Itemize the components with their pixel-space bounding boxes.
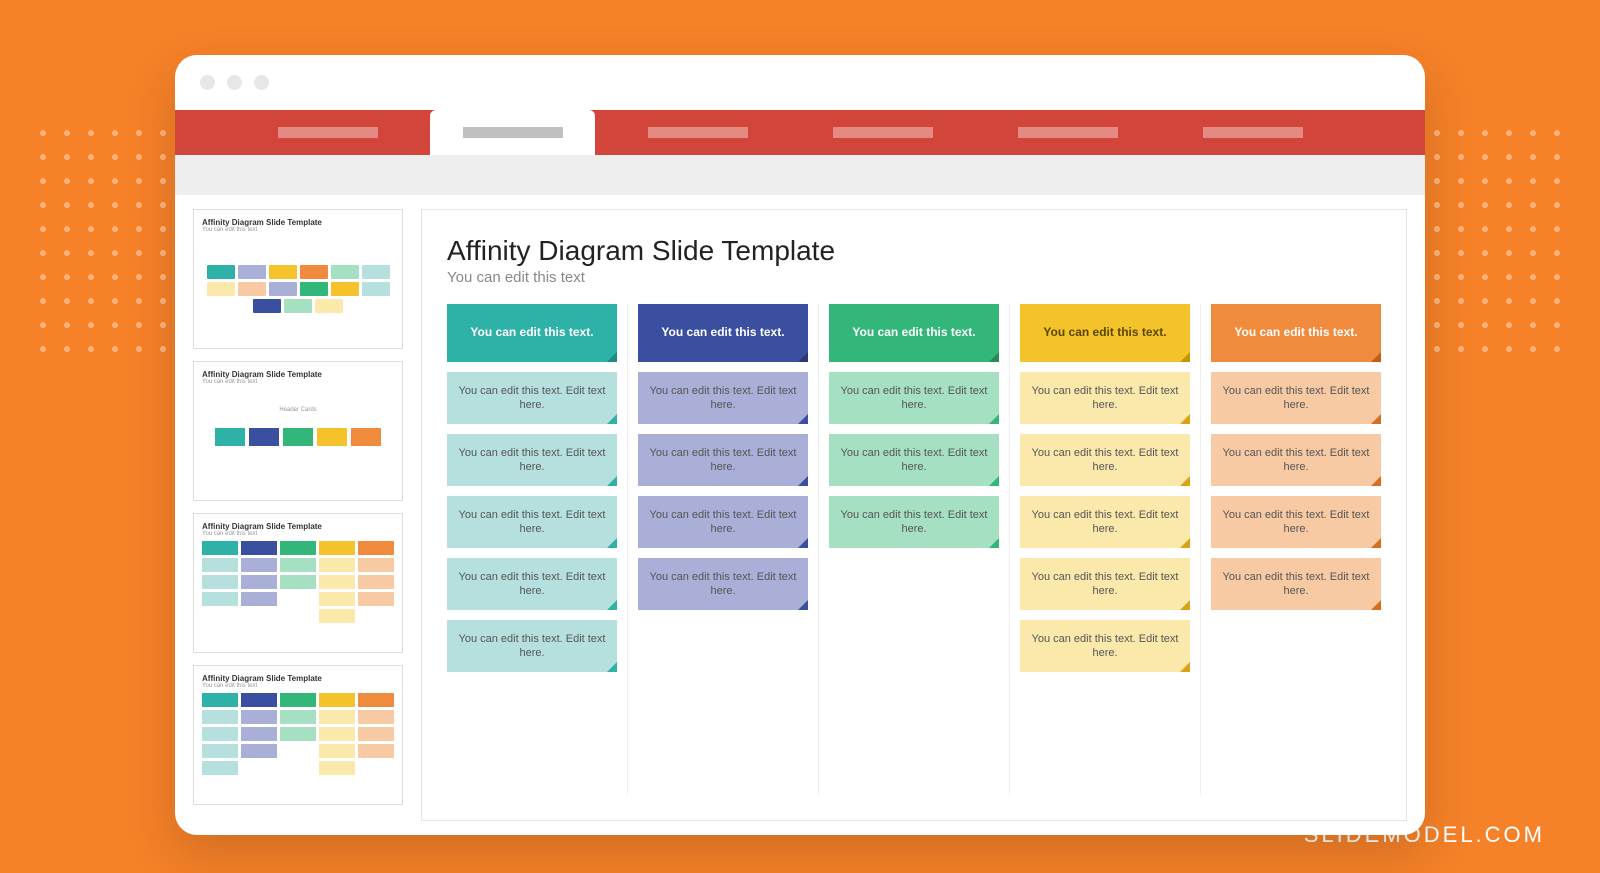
app-window: Affinity Diagram Slide Template You can … [175,55,1425,835]
thumb-notes-scatter [202,265,394,313]
column-header-card[interactable]: You can edit this text. [1211,304,1381,362]
ribbon-tab[interactable] [245,110,410,155]
slide-title[interactable]: Affinity Diagram Slide Template [447,235,1381,267]
thumb-columns [202,693,394,796]
sticky-note[interactable]: You can edit this text. Edit text here. [447,496,617,548]
sticky-note[interactable]: You can edit this text. Edit text here. [829,434,999,486]
ribbon-tabs [175,110,1425,155]
thumb-sub: You can edit this text [202,683,394,689]
thumbnail-2[interactable]: Affinity Diagram Slide Template You can … [193,361,403,501]
sticky-note[interactable]: You can edit this text. Edit text here. [1020,620,1190,672]
ribbon-toolbar [175,155,1425,195]
sticky-note[interactable]: You can edit this text. Edit text here. [1211,558,1381,610]
ribbon-tab[interactable] [615,110,780,155]
ribbon-tab[interactable] [800,110,965,155]
slide-subtitle[interactable]: You can edit this text [447,269,1381,286]
column-header-card[interactable]: You can edit this text. [1020,304,1190,362]
column-header-card[interactable]: You can edit this text. [447,304,617,362]
sticky-note[interactable]: You can edit this text. Edit text here. [638,496,808,548]
window-dot-icon [200,75,215,90]
thumb-columns [202,541,394,644]
sticky-note[interactable]: You can edit this text. Edit text here. [638,372,808,424]
thumb-sub: You can edit this text [202,227,394,233]
affinity-column: You can edit this text. You can edit this… [829,304,1010,795]
slide-thumbnails: Affinity Diagram Slide Template You can … [193,209,403,821]
column-header-card[interactable]: You can edit this text. [638,304,808,362]
ribbon-tab[interactable] [985,110,1150,155]
affinity-column: You can edit this text. You can edit this… [1211,304,1381,795]
column-header-card[interactable]: You can edit this text. [829,304,999,362]
ribbon-tab-active[interactable] [430,110,595,155]
window-dot-icon [254,75,269,90]
thumb-header-row [202,428,394,446]
sticky-note[interactable]: You can edit this text. Edit text here. [1211,434,1381,486]
thumb-sub: You can edit this text [202,379,394,385]
affinity-columns: You can edit this text. You can edit this… [447,304,1381,795]
sticky-note[interactable]: You can edit this text. Edit text here. [829,372,999,424]
sticky-note[interactable]: You can edit this text. Edit text here. [447,372,617,424]
thumb-label: Header Cards [202,407,394,413]
affinity-column: You can edit this text. You can edit this… [638,304,819,795]
thumb-title: Affinity Diagram Slide Template [202,674,394,683]
sticky-note[interactable]: You can edit this text. Edit text here. [447,434,617,486]
thumb-title: Affinity Diagram Slide Template [202,370,394,379]
ribbon-tab[interactable] [1170,110,1335,155]
affinity-column: You can edit this text. You can edit this… [447,304,628,795]
thumb-sub: You can edit this text [202,531,394,537]
thumbnail-1[interactable]: Affinity Diagram Slide Template You can … [193,209,403,349]
sticky-note[interactable]: You can edit this text. Edit text here. [1020,496,1190,548]
titlebar [175,55,1425,110]
thumb-title: Affinity Diagram Slide Template [202,218,394,227]
sticky-note[interactable]: You can edit this text. Edit text here. [1020,372,1190,424]
sticky-note[interactable]: You can edit this text. Edit text here. [447,558,617,610]
thumbnail-4[interactable]: Affinity Diagram Slide Template You can … [193,665,403,805]
thumbnail-3[interactable]: Affinity Diagram Slide Template You can … [193,513,403,653]
sticky-note[interactable]: You can edit this text. Edit text here. [1211,372,1381,424]
sticky-note[interactable]: You can edit this text. Edit text here. [638,434,808,486]
slide-canvas[interactable]: Affinity Diagram Slide Template You can … [421,209,1407,821]
sticky-note[interactable]: You can edit this text. Edit text here. [1020,558,1190,610]
sticky-note[interactable]: You can edit this text. Edit text here. [1211,496,1381,548]
sticky-note[interactable]: You can edit this text. Edit text here. [829,496,999,548]
sticky-note[interactable]: You can edit this text. Edit text here. [1020,434,1190,486]
sticky-note[interactable]: You can edit this text. Edit text here. [447,620,617,672]
window-dot-icon [227,75,242,90]
thumb-title: Affinity Diagram Slide Template [202,522,394,531]
sticky-note[interactable]: You can edit this text. Edit text here. [638,558,808,610]
workspace: Affinity Diagram Slide Template You can … [175,195,1425,835]
affinity-column: You can edit this text. You can edit this… [1020,304,1201,795]
